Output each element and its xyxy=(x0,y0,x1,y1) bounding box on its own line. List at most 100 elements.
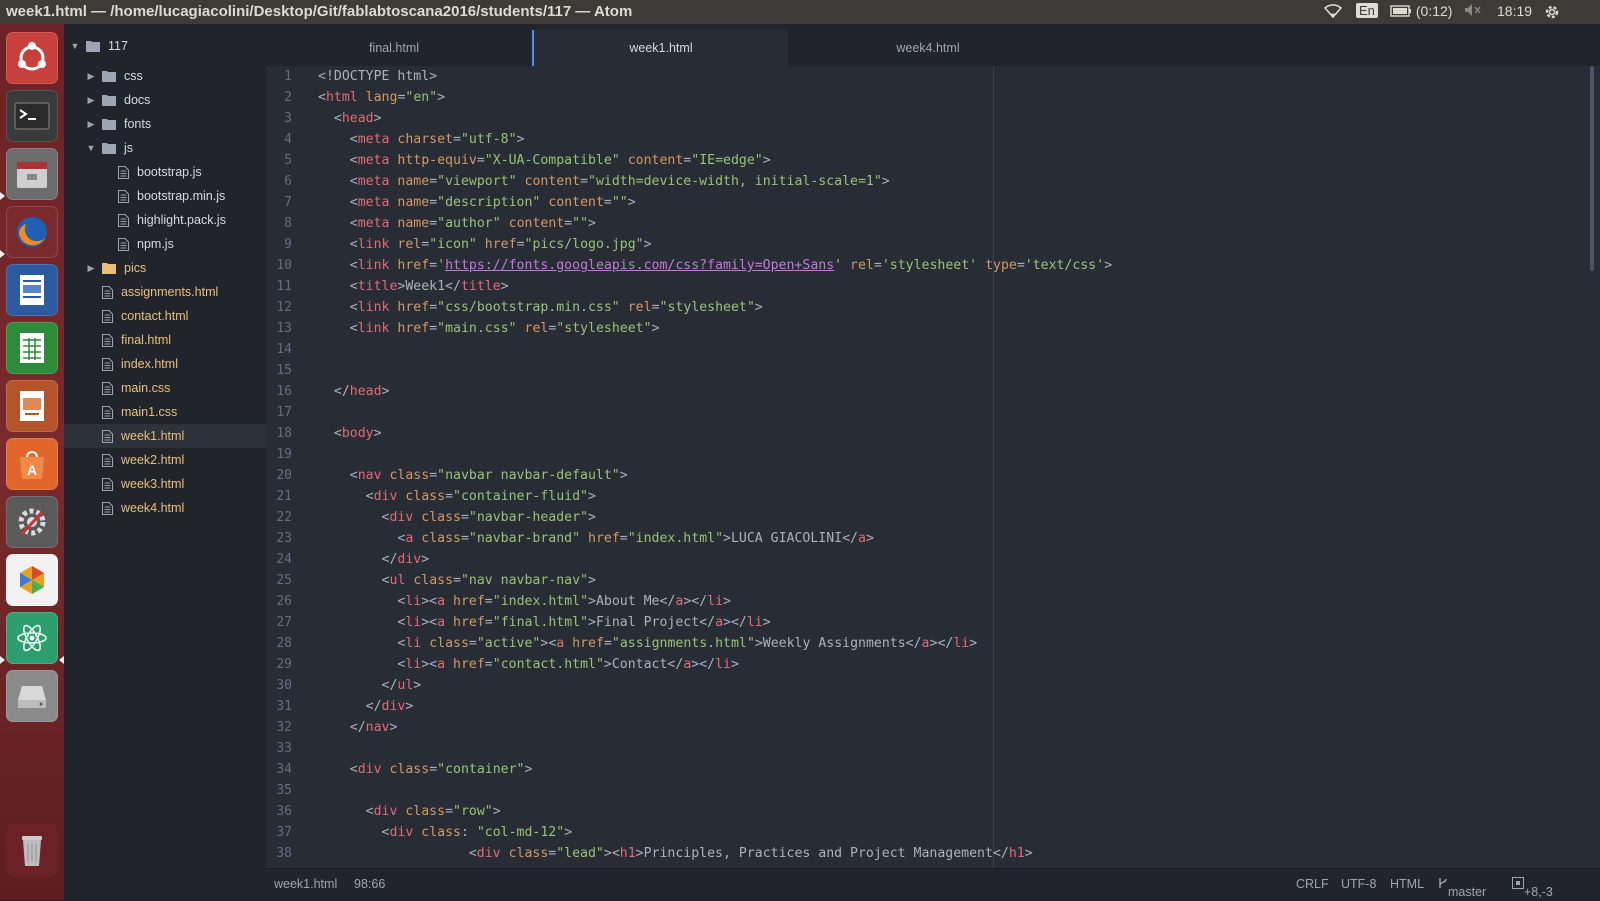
line-number: 38 xyxy=(276,846,292,861)
file-icon xyxy=(102,357,113,371)
code-line: <li><a href="index.html">About Me</a></l… xyxy=(318,594,731,609)
file-label: final.html xyxy=(121,333,172,347)
svg-text:A: A xyxy=(27,462,37,478)
line-number: 24 xyxy=(276,552,292,567)
status-git-diff[interactable]: +8,-3 xyxy=(1512,877,1553,899)
tree-root-folder[interactable]: ▼ 117 xyxy=(64,34,272,58)
wifi-icon[interactable] xyxy=(1323,3,1343,22)
top-panel: week1.html — /home/lucagiacolini/Desktop… xyxy=(0,0,1600,24)
tree-folder-js[interactable]: ▼ js xyxy=(64,136,288,160)
line-number: 4 xyxy=(284,132,292,147)
file-label: week3.html xyxy=(121,477,185,491)
code-line: <meta charset="utf-8"> xyxy=(318,132,525,147)
line-number-gutter: 1 2 3 4 5 6 7 8 9 10 11 12 13 14 15 16 17 18 19 20 21 22 23 24 2… xyxy=(266,66,318,868)
status-line-ending[interactable]: CRLF xyxy=(1296,877,1329,891)
status-encoding[interactable]: UTF-8 xyxy=(1341,877,1376,891)
file-label: npm.js xyxy=(137,237,174,251)
folder-label: css xyxy=(124,69,143,83)
line-number: 19 xyxy=(276,447,292,462)
files-icon[interactable] xyxy=(6,148,58,200)
code-line: <link href="main.css" rel="stylesheet"> xyxy=(318,321,660,336)
wrap-guide xyxy=(993,66,994,868)
line-number: 33 xyxy=(276,741,292,756)
folder-label: pics xyxy=(124,261,147,275)
code-line: <div class="lead"><h1>Principles, Practi… xyxy=(318,846,1033,861)
tab-week1-html[interactable]: week1.html xyxy=(532,30,788,66)
battery-indicator[interactable]: (0:12) xyxy=(1390,3,1452,19)
window-title: week1.html — /home/lucagiacolini/Desktop… xyxy=(6,3,633,20)
status-cursor-position[interactable]: 98:66 xyxy=(354,877,385,891)
line-number: 34 xyxy=(276,762,292,777)
file-label: main1.css xyxy=(121,405,178,419)
file-icon xyxy=(102,501,113,515)
session-gear-icon[interactable] xyxy=(1543,3,1561,24)
line-number: 15 xyxy=(276,363,292,378)
trash-icon[interactable] xyxy=(6,824,58,876)
file-icon xyxy=(102,429,113,443)
atom-icon[interactable] xyxy=(6,612,58,664)
file-icon xyxy=(118,213,129,227)
file-label: contact.html xyxy=(121,309,189,323)
unity-launcher: A xyxy=(0,24,65,900)
code-line: <div class="row"> xyxy=(318,804,501,819)
code-line: <html lang="en"> xyxy=(318,90,446,105)
file-label: index.html xyxy=(121,357,178,371)
status-file-path[interactable]: week1.html xyxy=(274,877,337,891)
dash-home-icon[interactable] xyxy=(6,32,58,84)
clock[interactable]: 18:19 xyxy=(1497,3,1532,19)
unity-tweak-icon[interactable] xyxy=(6,554,58,606)
line-number: 12 xyxy=(276,300,292,315)
code-line: <li><a href="final.html">Final Project</… xyxy=(318,615,771,630)
file-label: main.css xyxy=(121,381,171,395)
disk-icon[interactable] xyxy=(6,670,58,722)
tree-folder-pics[interactable]: ▶ pics xyxy=(64,256,288,280)
tab-week4-html[interactable]: week4.html xyxy=(796,30,1060,66)
chevron-down-icon: ▼ xyxy=(86,143,96,153)
impress-icon[interactable] xyxy=(6,380,58,432)
tree-folder-css[interactable]: ▶ css xyxy=(64,64,288,88)
code-line: <title>Week1</title> xyxy=(318,279,509,294)
git-branch-icon xyxy=(1439,878,1447,888)
status-grammar[interactable]: HTML xyxy=(1390,877,1424,891)
chevron-right-icon: ▶ xyxy=(87,70,95,81)
code-line: <link href="css/bootstrap.min.css" rel="… xyxy=(318,300,763,315)
line-number: 36 xyxy=(276,804,292,819)
line-number: 32 xyxy=(276,720,292,735)
line-number: 35 xyxy=(276,783,292,798)
system-settings-icon[interactable] xyxy=(6,496,58,548)
file-label: assignments.html xyxy=(121,285,219,299)
folder-label: fonts xyxy=(124,117,152,131)
chevron-right-icon: ▶ xyxy=(87,118,95,129)
code-line: <li class="active"><a href="assignments.… xyxy=(318,636,978,651)
code-line: <body> xyxy=(318,426,382,441)
code-line: <!DOCTYPE html> xyxy=(318,69,438,84)
code-line: <li><a href="contact.html">Contact</a></… xyxy=(318,657,739,672)
file-icon xyxy=(118,237,129,251)
vertical-scrollbar[interactable] xyxy=(1590,66,1594,271)
tab-final-html[interactable]: final.html xyxy=(266,30,522,66)
calc-icon[interactable] xyxy=(6,322,58,374)
software-center-icon[interactable]: A xyxy=(6,438,58,490)
file-label: highlight.pack.js xyxy=(137,213,226,227)
writer-icon[interactable] xyxy=(6,264,58,316)
line-number: 10 xyxy=(276,258,292,273)
file-label: week2.html xyxy=(121,453,185,467)
tree-folder-fonts[interactable]: ▶ fonts xyxy=(64,112,288,136)
code-line: </div> xyxy=(318,699,414,714)
tree-root-label: 117 xyxy=(108,39,128,53)
line-number: 27 xyxy=(276,615,292,630)
keyboard-language[interactable]: En xyxy=(1356,3,1378,18)
running-indicator xyxy=(0,250,5,258)
branch-label: master xyxy=(1448,885,1487,899)
volume-muted-icon[interactable] xyxy=(1464,3,1482,20)
line-number: 1 xyxy=(284,69,292,84)
status-git-branch[interactable]: master xyxy=(1438,877,1486,899)
tree-folder-docs[interactable]: ▶ docs xyxy=(64,88,288,112)
terminal-icon[interactable] xyxy=(6,90,58,142)
firefox-icon[interactable] xyxy=(6,206,58,258)
code-line: <meta http-equiv="X-UA-Compatible" conte… xyxy=(318,153,771,168)
code-editor[interactable]: 1 2 3 4 5 6 7 8 9 10 11 12 13 14 15 16 17 18 19 20 21 22 23 24 2… xyxy=(266,66,1600,868)
folder-open-icon xyxy=(102,142,116,154)
line-number: 17 xyxy=(276,405,292,420)
file-icon xyxy=(102,333,113,347)
